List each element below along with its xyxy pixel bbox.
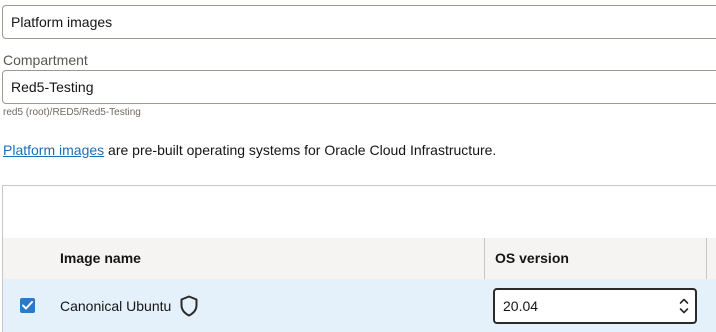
compartment-label: Compartment bbox=[3, 52, 88, 68]
column-divider bbox=[706, 238, 707, 279]
table-header-row: Image name OS version bbox=[3, 238, 716, 280]
compartment-select[interactable]: Red5-Testing bbox=[2, 70, 716, 104]
shield-icon bbox=[180, 295, 198, 317]
column-header-os-version[interactable]: OS version bbox=[495, 238, 569, 279]
platform-images-description: Platform images are pre-built operating … bbox=[3, 142, 496, 158]
description-text: are pre-built operating systems for Orac… bbox=[104, 142, 497, 158]
os-version-select[interactable]: 20.04 bbox=[493, 288, 697, 324]
row-checkbox[interactable] bbox=[20, 298, 35, 313]
checkmark-icon bbox=[22, 301, 33, 310]
column-divider bbox=[484, 238, 485, 279]
image-name-cell: Canonical Ubuntu bbox=[60, 298, 172, 314]
image-source-select[interactable]: Platform images bbox=[2, 5, 716, 39]
table-row[interactable]: Canonical Ubuntu 20.04 bbox=[3, 279, 716, 332]
image-selection-panel: Platform images Compartment Red5-Testing… bbox=[0, 0, 716, 332]
images-table: Image name OS version Canonical Ubuntu 2… bbox=[2, 185, 716, 332]
image-source-value: Platform images bbox=[11, 14, 113, 30]
platform-images-link[interactable]: Platform images bbox=[3, 142, 104, 158]
table-toolbar bbox=[3, 186, 716, 239]
compartment-value: Red5-Testing bbox=[11, 79, 94, 95]
chevron-up-down-icon bbox=[679, 298, 689, 314]
os-version-value: 20.04 bbox=[503, 298, 539, 314]
compartment-path: red5 (root)/RED5/Red5-Testing bbox=[3, 107, 141, 118]
column-header-image-name[interactable]: Image name bbox=[60, 238, 141, 279]
